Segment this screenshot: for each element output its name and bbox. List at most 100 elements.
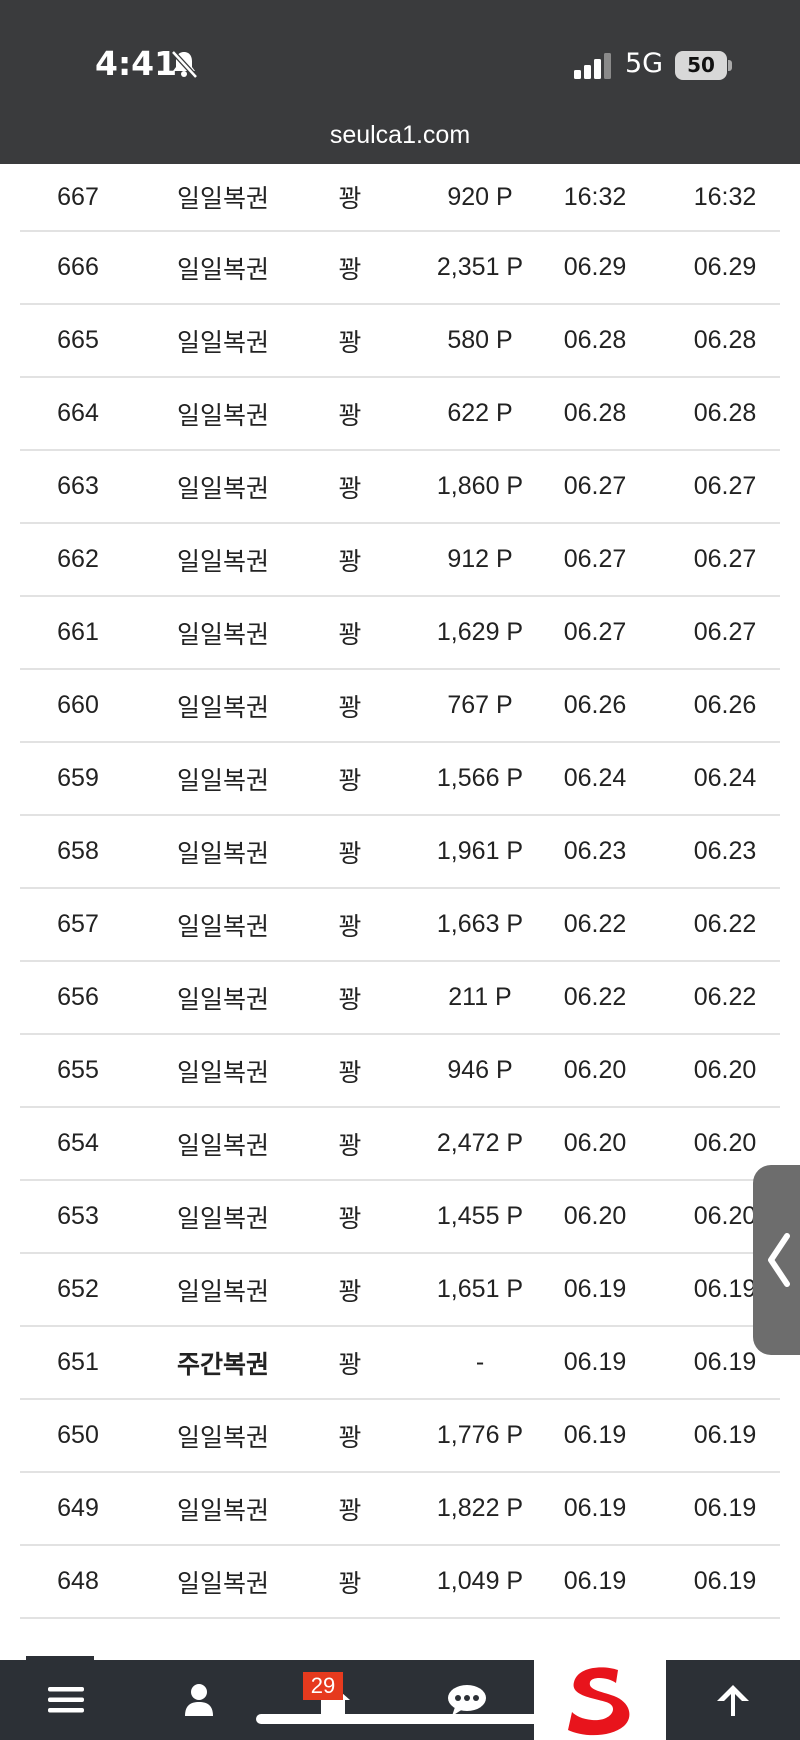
cell-no: 658 — [57, 837, 99, 865]
cell-result: 꽝 — [338, 547, 362, 576]
table-row: 665 일일복권 꽝 580 P 06.28 06.28 — [20, 305, 780, 378]
table-row: 656 일일복권 꽝 211 P 06.22 06.22 — [20, 962, 780, 1035]
table-row: 648 일일복권 꽝 1,049 P 06.19 06.19 — [20, 1546, 780, 1619]
table-row: 664 일일복권 꽝 622 P 06.28 06.28 — [20, 378, 780, 451]
table-row: 660 일일복권 꽝 767 P 06.26 06.26 — [20, 670, 780, 743]
table-row: 666 일일복권 꽝 2,351 P 06.29 06.29 — [20, 232, 780, 305]
cell-no: 666 — [57, 253, 99, 281]
user-icon — [185, 1684, 213, 1716]
cell-no: 662 — [57, 545, 99, 573]
table-row: 662 일일복권 꽝 912 P 06.27 06.27 — [20, 524, 780, 597]
cell-category: 일일복권 — [176, 1496, 269, 1525]
cell-date1: 06.19 — [563, 1421, 627, 1449]
cell-no: 665 — [57, 326, 99, 354]
cell-result: 꽝 — [338, 766, 362, 795]
table-row: 663 일일복권 꽝 1,860 P 06.27 06.27 — [20, 451, 780, 524]
cell-result: 꽝 — [338, 1131, 362, 1160]
cell-result: 꽝 — [338, 1277, 362, 1306]
cell-no: 661 — [57, 618, 99, 646]
cell-date2: 06.27 — [693, 472, 757, 500]
network-type: 5G — [625, 48, 664, 79]
scroll-top-button[interactable] — [666, 1660, 800, 1740]
cell-category: 일일복권 — [176, 401, 269, 430]
cell-date2: 06.27 — [693, 545, 757, 573]
cell-date1: 06.24 — [563, 764, 627, 792]
table-row: 658 일일복권 꽝 1,961 P 06.23 06.23 — [20, 816, 780, 889]
arrow-up-icon — [717, 1685, 749, 1716]
home-indicator — [256, 1714, 544, 1724]
battery-cap — [728, 60, 732, 71]
chat-button[interactable] — [400, 1660, 534, 1740]
cell-date2: 06.26 — [693, 691, 757, 719]
cell-result: 꽝 — [338, 255, 362, 284]
cell-category: 일일복권 — [176, 547, 269, 576]
cell-date1: 06.20 — [563, 1202, 627, 1230]
brand-logo-button[interactable] — [534, 1660, 666, 1740]
cell-date1: 06.27 — [563, 472, 627, 500]
cell-category: 일일복권 — [176, 1058, 269, 1087]
cell-result: 꽝 — [338, 1350, 362, 1379]
cell-result: 꽝 — [338, 401, 362, 430]
cell-no: 659 — [57, 764, 99, 792]
table-row: 654 일일복권 꽝 2,472 P 06.20 06.20 — [20, 1108, 780, 1181]
cell-date2: 06.28 — [693, 326, 757, 354]
cell-result: 꽝 — [338, 328, 362, 357]
table-row: 650 일일복권 꽝 1,776 P 06.19 06.19 — [20, 1400, 780, 1473]
user-button[interactable] — [132, 1660, 266, 1740]
cell-result: 꽝 — [338, 185, 362, 213]
cell-result: 꽝 — [338, 1423, 362, 1452]
table-row: 653 일일복권 꽝 1,455 P 06.20 06.20 — [20, 1181, 780, 1254]
cell-date2: 16:32 — [693, 182, 757, 211]
cell-date1: 06.29 — [563, 253, 627, 281]
cell-result: 꽝 — [338, 620, 362, 649]
cell-result: 꽝 — [338, 839, 362, 868]
cell-date1: 06.27 — [563, 618, 627, 646]
table-row: 655 일일복권 꽝 946 P 06.20 06.20 — [20, 1035, 780, 1108]
cell-no: 653 — [57, 1202, 99, 1230]
cell-no: 657 — [57, 910, 99, 938]
cell-date1: 06.20 — [563, 1129, 627, 1157]
hamburger-menu-icon — [48, 1687, 84, 1713]
brand-s-logo-icon — [568, 1667, 630, 1736]
cell-date1: 06.27 — [563, 545, 627, 573]
cell-date2: 06.19 — [693, 1567, 757, 1595]
cell-category: 일일복권 — [176, 1423, 269, 1452]
chevron-left-icon — [768, 1233, 790, 1287]
cell-date1: 06.19 — [563, 1567, 627, 1595]
cell-no: 650 — [57, 1421, 99, 1449]
cell-category: 일일복권 — [176, 1204, 269, 1233]
cell-date2: 06.24 — [693, 764, 757, 792]
cell-category: 일일복권 — [176, 185, 269, 213]
table-row: 667 일일복권 꽝 920 P 16:32 16:32 — [20, 164, 780, 232]
cell-no: 654 — [57, 1129, 99, 1157]
cell-date1: 06.19 — [563, 1494, 627, 1522]
cell-result: 꽝 — [338, 912, 362, 941]
cell-category: 일일복권 — [176, 1277, 269, 1306]
url-bar[interactable]: seulca1.com — [0, 110, 800, 164]
cell-category: 일일복권 — [176, 985, 269, 1014]
cell-category: 일일복권 — [176, 693, 269, 722]
cell-date1: 06.19 — [563, 1275, 627, 1303]
table-row: 649 일일복권 꽝 1,822 P 06.19 06.19 — [20, 1473, 780, 1546]
cell-result: 꽝 — [338, 693, 362, 722]
cell-category: 일일복권 — [176, 255, 269, 284]
cell-category: 일일복권 — [176, 766, 269, 795]
status-time: 4:41 — [95, 44, 178, 83]
table-row: 659 일일복권 꽝 1,566 P 06.24 06.24 — [20, 743, 780, 816]
side-panel-toggle[interactable] — [753, 1165, 800, 1355]
status-bar: 4:41 5G 50 — [0, 0, 800, 110]
cell-date1: 16:32 — [563, 182, 627, 211]
cell-no: 655 — [57, 1056, 99, 1084]
menu-button[interactable] — [0, 1660, 132, 1740]
chat-bubble-icon — [448, 1685, 486, 1716]
notification-badge: 29 — [303, 1672, 343, 1700]
cell-date2: 06.19 — [693, 1494, 757, 1522]
cell-no: 651 — [57, 1348, 99, 1376]
cell-category: 일일복권 — [176, 912, 269, 941]
cell-result: 꽝 — [338, 1496, 362, 1525]
cell-date2: 06.22 — [693, 910, 757, 938]
cell-result: 꽝 — [338, 474, 362, 503]
table-row: 651 주간복권 꽝 -06.19 06.19 — [20, 1327, 780, 1400]
cell-result: 꽝 — [338, 985, 362, 1014]
cell-date1: 06.28 — [563, 399, 627, 427]
